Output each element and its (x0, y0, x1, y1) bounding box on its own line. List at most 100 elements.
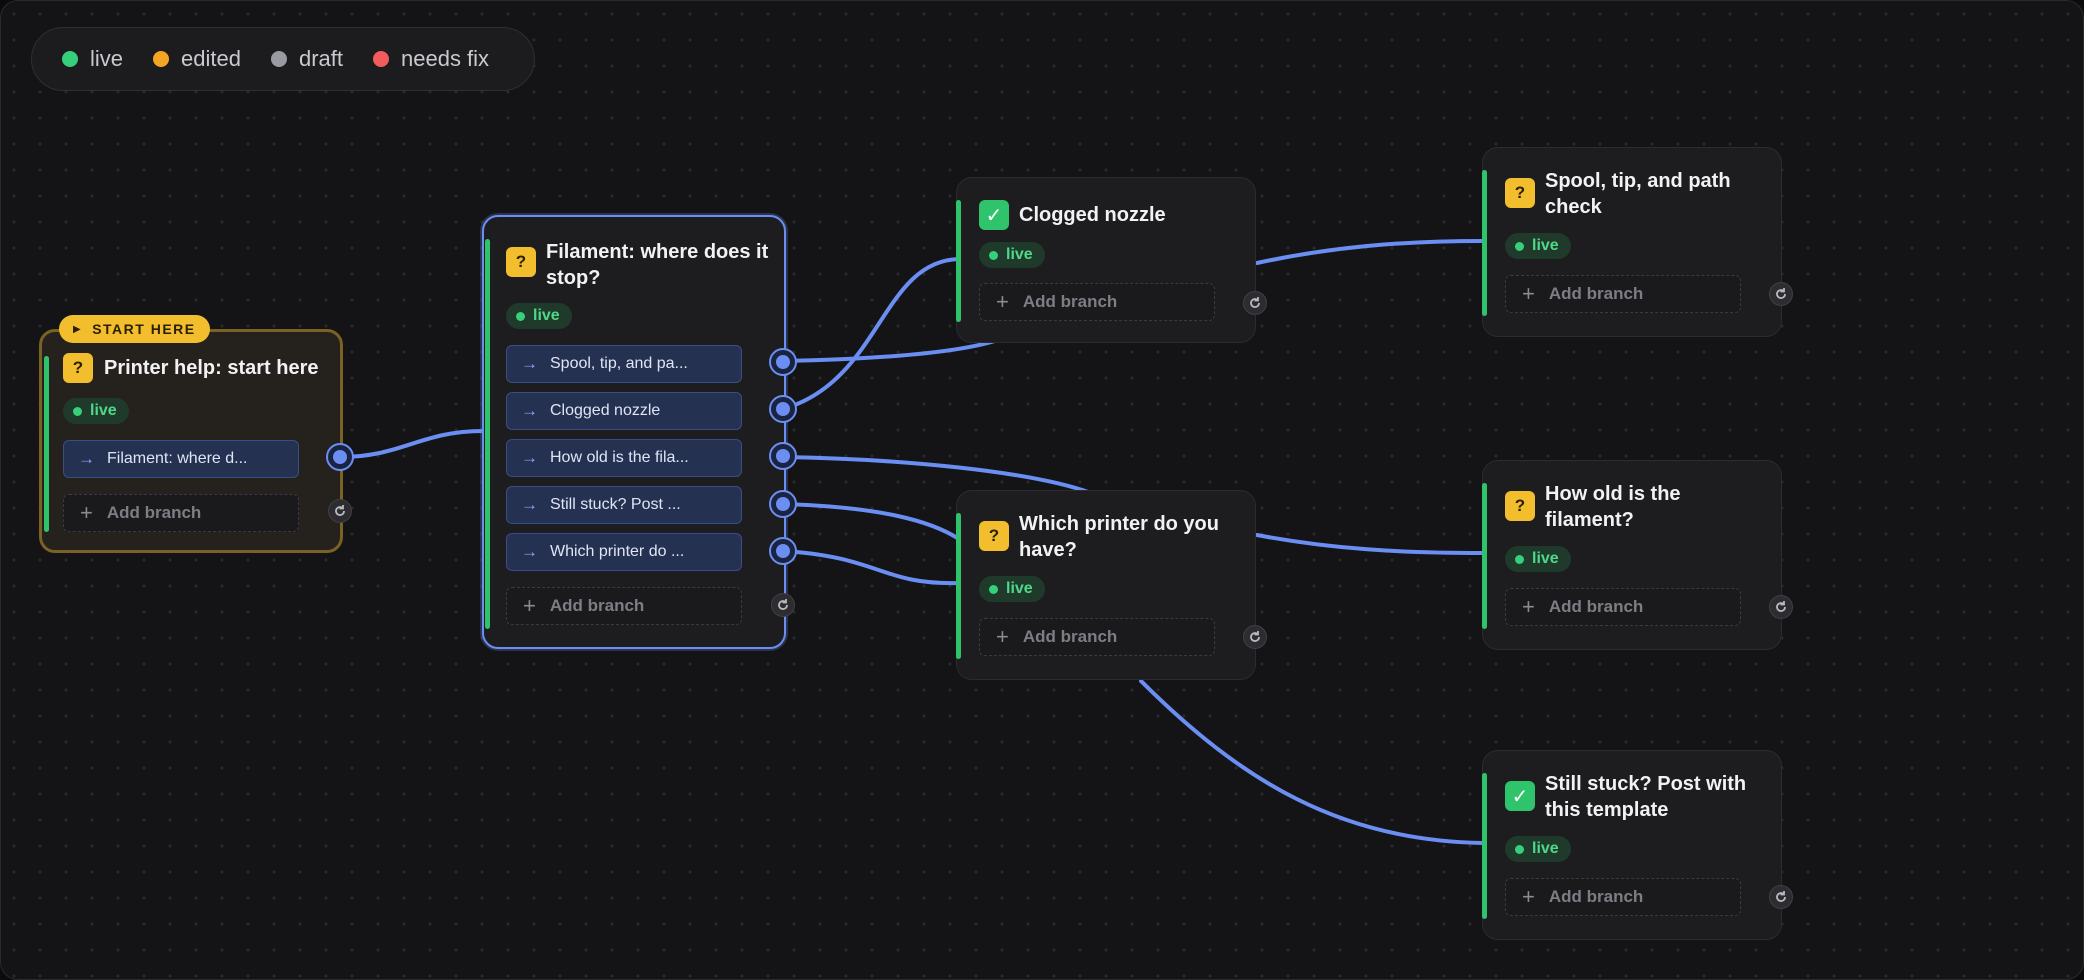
add-branch-label: Add branch (1022, 292, 1118, 311)
branch-output-port[interactable] (769, 348, 797, 376)
status-badge: live (1505, 233, 1571, 259)
branch-still-stuck[interactable]: → Still stuck? Post ... (506, 486, 742, 524)
node-title: Clogged nozzle (1019, 204, 1166, 226)
edge-clogged-to-spool (1255, 239, 1485, 265)
add-branch-button[interactable]: + Add branch (1505, 588, 1741, 626)
node-how-old-filament[interactable]: ? How old is the filament? live + Add br… (1482, 460, 1782, 650)
node-title: Filament: where does it stop? (546, 239, 768, 291)
branch-output-port[interactable] (769, 395, 797, 423)
arrow-right-icon: → (78, 449, 95, 468)
arrow-right-icon: → (521, 542, 538, 561)
port-core (776, 449, 790, 463)
add-branch-button[interactable]: + Add branch (63, 494, 299, 532)
node-spool-tip-path-check[interactable]: ? Spool, tip, and path check live + Add … (1482, 147, 1782, 337)
status-text: live (1532, 840, 1559, 857)
branch-filament[interactable]: → Filament: where d... (63, 440, 299, 478)
branch-label: Which printer do ... (550, 543, 685, 560)
status-text: live (1006, 580, 1033, 597)
legend-label: needs fix (401, 46, 490, 71)
question-icon: ? (979, 521, 1009, 551)
node-title-line: have? (1019, 539, 1077, 561)
node-title: Which printer do you have? (1019, 511, 1219, 563)
live-dot-icon (1515, 844, 1524, 854)
refresh-icon[interactable] (771, 593, 795, 617)
status-text: live (1532, 237, 1559, 254)
status-accent-bar (1482, 170, 1487, 316)
legend-label: edited (181, 46, 241, 71)
edge-which-branch-to-which (781, 549, 961, 586)
live-dot-icon (989, 250, 998, 260)
edge-clogged-branch-to-clogged (781, 257, 961, 411)
branch-output-port[interactable] (769, 490, 797, 518)
add-branch-button[interactable]: + Add branch (979, 283, 1215, 321)
node-title: Spool, tip, and path check (1545, 168, 1731, 220)
plus-icon: + (996, 624, 1009, 649)
node-which-printer[interactable]: ? Which printer do you have? live + Add … (956, 490, 1256, 680)
add-branch-button[interactable]: + Add branch (979, 618, 1215, 656)
branch-clogged-nozzle[interactable]: → Clogged nozzle (506, 392, 742, 430)
node-title-line: Still stuck? Post with (1545, 773, 1747, 795)
status-accent-bar (1482, 483, 1487, 629)
node-title-line: Filament: where does it (546, 241, 769, 263)
legend-label: live (90, 46, 124, 71)
refresh-icon[interactable] (328, 499, 352, 523)
branch-output-port[interactable] (326, 443, 354, 471)
plus-icon: + (1522, 594, 1535, 619)
status-badge: live (979, 242, 1045, 268)
node-title-line: How old is the (1545, 483, 1681, 505)
node-filament-where-stop[interactable]: ? Filament: where does it stop? live → S… (482, 215, 786, 649)
start-badge-label: START HERE (92, 321, 196, 337)
add-branch-button[interactable]: + Add branch (1505, 878, 1741, 916)
add-branch-button[interactable]: + Add branch (1505, 275, 1741, 313)
refresh-icon[interactable] (1769, 595, 1793, 619)
status-text: live (90, 402, 117, 419)
refresh-icon[interactable] (1243, 291, 1267, 315)
add-branch-label: Add branch (1548, 597, 1644, 616)
legend-item-live: live (62, 46, 123, 72)
live-dot-icon (989, 584, 998, 594)
node-title-line: Spool, tip, and path (1545, 170, 1731, 192)
status-accent-bar (956, 513, 961, 659)
live-dot-icon (1515, 241, 1524, 251)
add-branch-label: Add branch (1548, 887, 1644, 906)
question-icon: ? (506, 247, 536, 277)
branch-label: Still stuck? Post ... (550, 496, 681, 513)
branch-output-port[interactable] (769, 537, 797, 565)
live-dot-icon (516, 311, 525, 321)
branch-label: Spool, tip, and pa... (550, 355, 688, 372)
branch-spool-tip-path[interactable]: → Spool, tip, and pa... (506, 345, 742, 383)
legend-item-draft: draft (270, 46, 343, 72)
start-here-badge: ▶ START HERE (59, 315, 210, 343)
node-title-line: filament? (1545, 509, 1634, 531)
node-still-stuck-template[interactable]: ✓ Still stuck? Post with this template l… (1482, 750, 1782, 940)
plus-icon: + (523, 593, 536, 618)
draft-dot-icon (270, 51, 287, 67)
branch-how-old-filament[interactable]: → How old is the fila... (506, 439, 742, 477)
add-branch-label: Add branch (1022, 627, 1118, 646)
node-title: How old is the filament? (1545, 481, 1681, 533)
add-branch-label: Add branch (549, 596, 645, 615)
status-text: live (1006, 246, 1033, 263)
arrow-right-icon: → (521, 448, 538, 467)
node-clogged-nozzle[interactable]: ✓ Clogged nozzle live + Add branch (956, 177, 1256, 343)
status-badge: live (1505, 546, 1571, 572)
branch-label: Clogged nozzle (550, 402, 661, 419)
plus-icon: + (996, 289, 1009, 314)
needs-fix-dot-icon (373, 51, 389, 67)
status-badge: live (979, 576, 1045, 602)
node-printer-help-start[interactable]: ? Printer help: start here live → Filame… (39, 329, 343, 553)
live-dot-icon (73, 406, 82, 416)
refresh-icon[interactable] (1769, 885, 1793, 909)
edge-howold-branch-to-which (781, 455, 1093, 495)
refresh-icon[interactable] (1769, 282, 1793, 306)
live-dot-icon (1515, 554, 1524, 564)
status-text: live (1532, 550, 1559, 567)
add-branch-label: Add branch (106, 503, 202, 522)
arrow-right-icon: → (521, 354, 538, 373)
branch-which-printer[interactable]: → Which printer do ... (506, 533, 742, 571)
branch-output-port[interactable] (769, 442, 797, 470)
refresh-icon[interactable] (1243, 625, 1267, 649)
add-branch-button[interactable]: + Add branch (506, 587, 742, 625)
edge-stillstuck-branch-to-which (781, 502, 961, 541)
flow-canvas[interactable]: live edited draft needs fix ? Printer he… (0, 0, 2084, 980)
